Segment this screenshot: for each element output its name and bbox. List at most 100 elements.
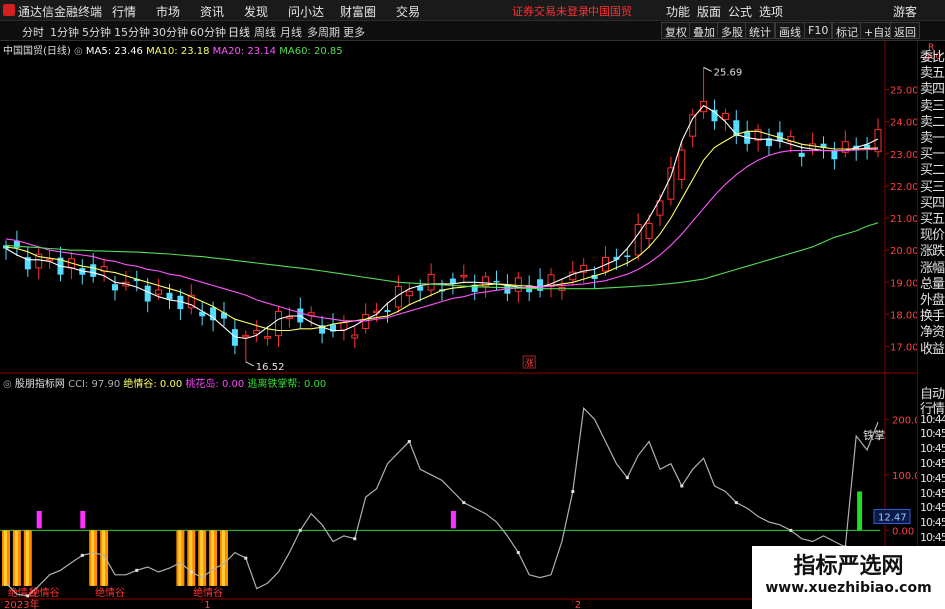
cci-point [680, 484, 684, 488]
menu-bar: 通达信金融终端 行情 市场 资讯 发现 问小达 财富圈 交易 证券交易未登录 中… [0, 0, 945, 21]
huaxian-button[interactable]: 画线 [775, 22, 805, 39]
ma60-label: MA60: 20.85 [279, 46, 343, 57]
cci-point [462, 501, 466, 505]
period-fenshi[interactable]: 分时 [22, 24, 44, 40]
candle-up [340, 322, 348, 331]
menu-xuanxiang[interactable]: 选项 [759, 3, 783, 20]
period-weekly[interactable]: 周线 [254, 24, 276, 40]
price-tick-label: 20.00 [890, 246, 917, 257]
period-15min[interactable]: 15分钟 [114, 24, 150, 40]
cci-point [516, 551, 520, 555]
jueqing-bar-highlight [189, 530, 193, 586]
candle-down [210, 307, 217, 321]
time-tick-label: 2 [575, 600, 581, 609]
duogu-button[interactable]: 多股 [717, 22, 747, 39]
back-button[interactable]: 返回 [890, 22, 920, 39]
ind-tick-label: 100.0 [892, 471, 917, 482]
app-title: 通达信金融终端 [18, 5, 103, 19]
candle-up [242, 334, 250, 338]
menu-gongneng[interactable]: 功能 [666, 3, 690, 20]
price-tick-label: 19.00 [890, 278, 917, 289]
quote-field-18[interactable]: 收益 [920, 338, 945, 357]
tick-time-8: 10:45 [920, 501, 945, 515]
cci-point [353, 537, 357, 541]
jueqing-bar-highlight [91, 530, 95, 586]
candle-down [166, 292, 173, 300]
cci-point [407, 440, 411, 444]
jueqing-bar-highlight [211, 530, 215, 586]
guest-label[interactable]: 游客 [893, 3, 917, 20]
watermark-title: 指标严选网 [793, 554, 904, 579]
ma-line-ma10 [5, 130, 879, 332]
tiezhang-bar [857, 491, 863, 531]
price-panel-title: 中国国贸(日线) [3, 46, 71, 57]
time-tick-label: 2023年 [4, 598, 39, 609]
candle-up [667, 167, 675, 200]
ma5-label: MA5: 23.46 [85, 46, 143, 57]
jueqing-bar-highlight [178, 530, 182, 586]
cci-point [625, 476, 629, 480]
period-60min[interactable]: 60分钟 [190, 24, 226, 40]
indicator-name: 股朋指标网 [14, 379, 65, 390]
cci-current-value: 12.47 [878, 512, 907, 523]
menu-wenxiaoda[interactable]: 问小达 [288, 3, 324, 20]
jueqing-signal-label: 绝情谷 [95, 586, 125, 599]
menu-zixun[interactable]: 资讯 [200, 3, 224, 20]
taohua-bar [450, 510, 456, 529]
period-30min[interactable]: 30分钟 [152, 24, 188, 40]
high-price-label: 25.69 [714, 67, 743, 78]
candle-up [427, 273, 435, 291]
cci-point [80, 553, 84, 557]
app-logo-icon [3, 4, 15, 16]
tick-time-5: 10:45 [920, 457, 945, 470]
ind-tick-label: 200.0 [892, 415, 917, 426]
jueqing-signal-label: 绝情谷 [30, 586, 60, 599]
ma-settings-icon[interactable]: ◎ [74, 46, 86, 57]
fuquan-button[interactable]: 复权 [661, 22, 691, 39]
candle-up [678, 149, 686, 180]
period-multi[interactable]: 多周期 [307, 24, 340, 40]
trade-login-alert[interactable]: 证券交易未登录 [512, 3, 589, 19]
diejia-button[interactable]: 叠加 [689, 22, 719, 39]
taoli-label: 逃离铁掌帮: 0.00 [247, 379, 327, 390]
period-more[interactable]: 更多 [343, 24, 365, 40]
candle-up [155, 289, 163, 295]
candle-down [417, 286, 424, 291]
tick-time-6: 10:45 [920, 471, 945, 485]
period-monthly[interactable]: 月线 [280, 24, 302, 40]
menu-faxian[interactable]: 发现 [244, 3, 268, 20]
candle-down [384, 310, 391, 313]
chart-canvas[interactable]: 25.0024.0023.0022.0021.0020.0019.0018.00… [0, 41, 917, 609]
jueqing-bar-highlight [4, 530, 7, 586]
period-1min[interactable]: 1分钟 [50, 24, 79, 40]
candle-up [460, 274, 468, 278]
candle-up [721, 113, 729, 121]
indicator-panel-header: ◎ 股朋指标网 CCI: 97.90 绝情谷: 0.00 桃花岛: 0.00 逃… [3, 375, 326, 390]
price-tick-label: 23.00 [890, 150, 917, 161]
tick-time-2: 10:44 [920, 412, 945, 426]
jueqing-bar-highlight [14, 530, 18, 586]
biaoji-button[interactable]: 标记 [832, 22, 862, 39]
menu-banmian[interactable]: 版面 [697, 3, 721, 20]
indicator-settings-icon[interactable]: ◎ [3, 379, 15, 390]
tick-time-7: 10:45 [920, 486, 945, 500]
menu-hangqing[interactable]: 行情 [112, 3, 136, 20]
ma20-label: MA20: 23.14 [212, 46, 277, 57]
period-5min[interactable]: 5分钟 [82, 24, 111, 40]
menu-gongshi[interactable]: 公式 [728, 3, 752, 20]
quote-side-panel: R 500 委比 卖五 卖四 卖三 卖二 卖一 买一 买二 买三 买四 买五 现价 涨跌 涨幅 总量 外盘 换手… [917, 41, 945, 609]
tick-time-10: 10:45 [920, 531, 945, 544]
candle-down [90, 264, 97, 277]
taohua-bar [80, 510, 86, 529]
watermark-url: www.xuezhibiao.com [765, 580, 932, 596]
jueqing-bar-highlight [102, 530, 106, 586]
candle-up [285, 316, 293, 320]
candle-up [514, 277, 522, 292]
menu-caifuquan[interactable]: 财富圈 [340, 3, 376, 20]
menu-shichang[interactable]: 市场 [156, 3, 180, 20]
period-daily[interactable]: 日线 [228, 24, 250, 40]
tongji-button[interactable]: 统计 [745, 22, 775, 39]
f10-button[interactable]: F10 [804, 22, 833, 39]
ind-tick-label: 0.00 [892, 526, 914, 537]
menu-jiaoyi[interactable]: 交易 [396, 3, 420, 20]
